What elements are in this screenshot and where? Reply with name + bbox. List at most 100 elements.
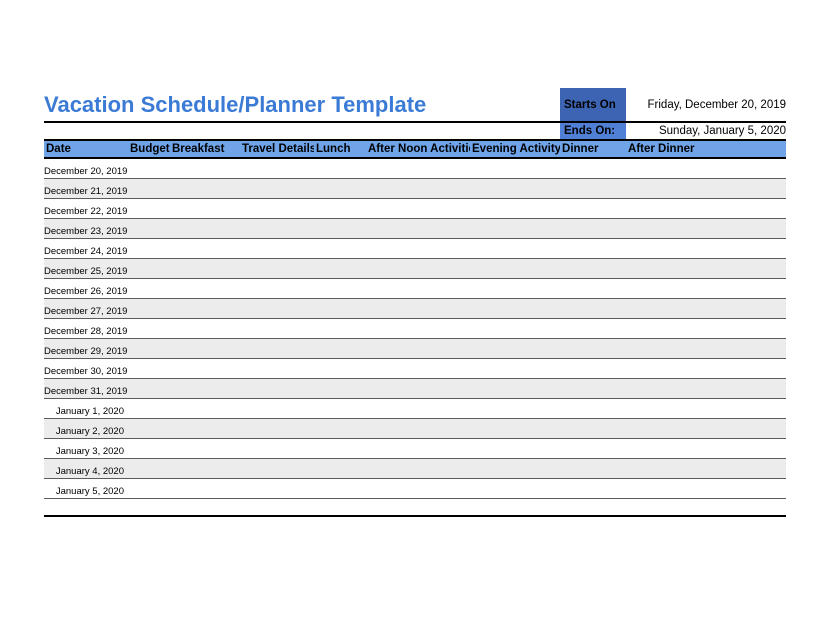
empty-cell[interactable]: [560, 258, 626, 278]
date-cell[interactable]: December 21, 2019: [44, 178, 128, 198]
empty-cell[interactable]: [240, 318, 314, 338]
table-row[interactable]: December 29, 2019: [44, 338, 786, 358]
empty-cell[interactable]: [170, 158, 240, 178]
empty-cell[interactable]: [314, 278, 366, 298]
empty-cell[interactable]: [240, 258, 314, 278]
empty-cell[interactable]: [314, 358, 366, 378]
empty-cell[interactable]: [626, 338, 786, 358]
date-cell[interactable]: December 23, 2019: [44, 218, 128, 238]
table-row[interactable]: December 24, 2019: [44, 238, 786, 258]
empty-cell[interactable]: [314, 338, 366, 358]
empty-cell[interactable]: [170, 258, 240, 278]
empty-cell[interactable]: [366, 358, 470, 378]
empty-cell[interactable]: [314, 318, 366, 338]
empty-cell[interactable]: [626, 218, 786, 238]
empty-cell[interactable]: [470, 298, 560, 318]
table-row[interactable]: January 1, 2020: [44, 398, 786, 418]
empty-cell[interactable]: [240, 178, 314, 198]
empty-cell[interactable]: [128, 198, 170, 218]
empty-cell[interactable]: [240, 418, 314, 438]
empty-cell[interactable]: [366, 338, 470, 358]
empty-cell[interactable]: [170, 298, 240, 318]
empty-cell[interactable]: [470, 258, 560, 278]
empty-cell[interactable]: [560, 238, 626, 258]
empty-cell[interactable]: [366, 478, 470, 498]
empty-cell[interactable]: [128, 158, 170, 178]
empty-cell[interactable]: [470, 458, 560, 478]
empty-cell[interactable]: [128, 398, 170, 418]
empty-cell[interactable]: [240, 478, 314, 498]
empty-cell[interactable]: [240, 158, 314, 178]
empty-cell[interactable]: [470, 218, 560, 238]
empty-cell[interactable]: [470, 178, 560, 198]
empty-cell[interactable]: [470, 238, 560, 258]
empty-cell[interactable]: [314, 438, 366, 458]
empty-cell[interactable]: [470, 378, 560, 398]
empty-cell[interactable]: [626, 378, 786, 398]
date-cell[interactable]: January 3, 2020: [44, 438, 128, 458]
empty-cell[interactable]: [314, 238, 366, 258]
empty-cell[interactable]: [626, 278, 786, 298]
table-row[interactable]: December 28, 2019: [44, 318, 786, 338]
empty-cell[interactable]: [366, 278, 470, 298]
empty-cell[interactable]: [626, 258, 786, 278]
empty-cell[interactable]: [560, 438, 626, 458]
empty-cell[interactable]: [314, 478, 366, 498]
empty-cell[interactable]: [314, 378, 366, 398]
empty-cell[interactable]: [128, 478, 170, 498]
date-cell[interactable]: December 29, 2019: [44, 338, 128, 358]
date-cell[interactable]: January 5, 2020: [44, 478, 128, 498]
empty-cell[interactable]: [560, 378, 626, 398]
empty-cell[interactable]: [314, 198, 366, 218]
empty-cell[interactable]: [626, 238, 786, 258]
empty-cell[interactable]: [560, 398, 626, 418]
empty-cell[interactable]: [128, 458, 170, 478]
empty-cell[interactable]: [560, 458, 626, 478]
empty-cell[interactable]: [314, 258, 366, 278]
empty-cell[interactable]: [128, 378, 170, 398]
empty-cell[interactable]: [240, 398, 314, 418]
empty-cell[interactable]: [170, 438, 240, 458]
date-cell[interactable]: January 2, 2020: [44, 418, 128, 438]
empty-cell[interactable]: [366, 418, 470, 438]
empty-cell[interactable]: [314, 418, 366, 438]
date-cell[interactable]: December 25, 2019: [44, 258, 128, 278]
empty-cell[interactable]: [240, 338, 314, 358]
empty-cell[interactable]: [560, 158, 626, 178]
empty-cell[interactable]: [170, 398, 240, 418]
table-row[interactable]: December 27, 2019: [44, 298, 786, 318]
empty-cell[interactable]: [470, 158, 560, 178]
empty-cell[interactable]: [170, 198, 240, 218]
empty-cell[interactable]: [170, 178, 240, 198]
empty-cell[interactable]: [470, 438, 560, 458]
empty-cell[interactable]: [560, 338, 626, 358]
empty-cell[interactable]: [366, 438, 470, 458]
empty-cell[interactable]: [366, 258, 470, 278]
empty-cell[interactable]: [626, 198, 786, 218]
date-cell[interactable]: December 26, 2019: [44, 278, 128, 298]
table-row[interactable]: December 22, 2019: [44, 198, 786, 218]
date-cell[interactable]: January 1, 2020: [44, 398, 128, 418]
empty-cell[interactable]: [366, 158, 470, 178]
empty-cell[interactable]: [170, 358, 240, 378]
empty-cell[interactable]: [128, 318, 170, 338]
empty-cell[interactable]: [128, 218, 170, 238]
empty-cell[interactable]: [240, 438, 314, 458]
empty-cell[interactable]: [626, 458, 786, 478]
empty-cell[interactable]: [470, 338, 560, 358]
date-cell[interactable]: December 24, 2019: [44, 238, 128, 258]
table-row[interactable]: January 5, 2020: [44, 478, 786, 498]
empty-cell[interactable]: [170, 478, 240, 498]
empty-cell[interactable]: [240, 298, 314, 318]
table-row[interactable]: December 31, 2019: [44, 378, 786, 398]
date-cell[interactable]: December 28, 2019: [44, 318, 128, 338]
empty-cell[interactable]: [240, 458, 314, 478]
empty-cell[interactable]: [470, 358, 560, 378]
empty-cell[interactable]: [366, 378, 470, 398]
empty-cell[interactable]: [470, 478, 560, 498]
empty-cell[interactable]: [560, 478, 626, 498]
empty-cell[interactable]: [626, 398, 786, 418]
table-row[interactable]: January 4, 2020: [44, 458, 786, 478]
empty-cell[interactable]: [170, 418, 240, 438]
date-cell[interactable]: January 4, 2020: [44, 458, 128, 478]
